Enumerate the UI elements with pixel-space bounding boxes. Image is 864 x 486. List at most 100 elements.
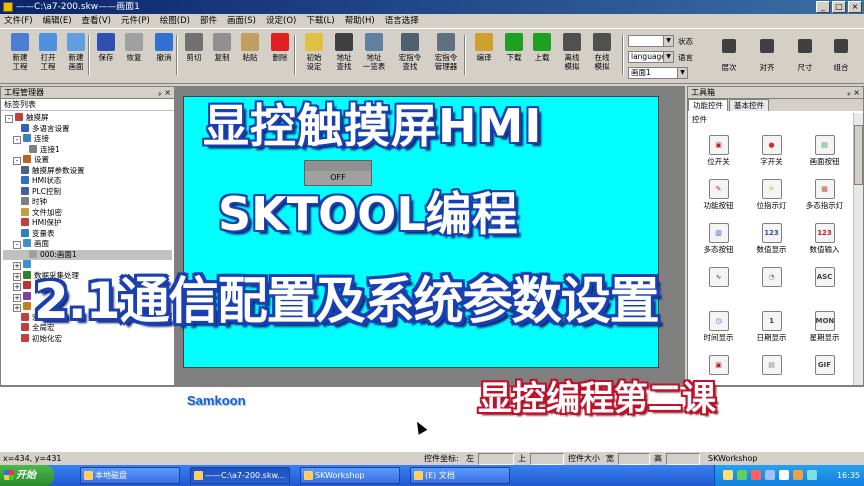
- toolbar-button-2[interactable]: 新建 画面: [62, 33, 90, 79]
- control-item-6[interactable]: ▥ 多态按钮: [692, 219, 745, 259]
- menu-item-3[interactable]: 元件(P): [121, 14, 150, 28]
- tag-list-tab[interactable]: 标签列表: [1, 99, 174, 111]
- tree-node-9[interactable]: 文件加密: [3, 207, 172, 219]
- minimize-button[interactable]: _: [816, 1, 830, 13]
- maximize-button[interactable]: □: [832, 1, 846, 13]
- control-item-0[interactable]: ▣ 位开关: [692, 131, 745, 171]
- menu-item-9[interactable]: 帮助(H): [345, 14, 375, 28]
- toolbar-button-11[interactable]: 地址 查找: [330, 33, 358, 79]
- toolbar-button-17[interactable]: 上载: [528, 33, 556, 79]
- tray-icon-g[interactable]: [807, 470, 817, 480]
- tree-node-3[interactable]: 连接1: [3, 144, 172, 156]
- tree-node-11[interactable]: 变量表: [3, 228, 172, 240]
- menu-item-7[interactable]: 设定(O): [266, 14, 296, 28]
- toolbar-button-3[interactable]: 保存: [92, 33, 120, 79]
- tray-icon-a[interactable]: [723, 470, 733, 480]
- start-button[interactable]: 开始: [0, 465, 54, 486]
- taskbar-task-2[interactable]: SKWorkshop: [300, 467, 400, 484]
- tree-node-1[interactable]: 多语言设置: [3, 123, 172, 135]
- tree-node-10[interactable]: HMI保护: [3, 218, 172, 229]
- tray-icon-e[interactable]: [779, 470, 789, 480]
- tray-icon-c[interactable]: [751, 470, 761, 480]
- toolbar-right-button-1[interactable]: 对齐: [750, 33, 784, 79]
- tree-expander-icon[interactable]: +: [13, 304, 21, 312]
- menu-item-0[interactable]: 文件(F): [4, 14, 33, 28]
- toolbar-button-7[interactable]: 复制: [208, 33, 236, 79]
- control-item-11[interactable]: ASC: [798, 263, 851, 303]
- control-item-10[interactable]: ◔: [745, 263, 798, 303]
- control-item-16[interactable]: ▤: [745, 351, 798, 391]
- tree-node-5[interactable]: 触摸屏参数设置: [3, 165, 172, 177]
- control-item-1[interactable]: ● 字开关: [745, 131, 798, 171]
- toolbox-pin-close-icon[interactable]: ₚ ×: [847, 87, 860, 99]
- toolbar-button-12[interactable]: 地址 一览表: [360, 33, 388, 79]
- screen-select-combo[interactable]: 画面1 ▼: [628, 67, 688, 79]
- toolbar-button-1[interactable]: 打开 工程: [34, 33, 62, 79]
- taskbar-task-1[interactable]: ——C:\a7-200.skw...: [190, 467, 290, 484]
- menu-item-5[interactable]: 部件: [200, 14, 217, 28]
- tree-expander-icon[interactable]: -: [13, 241, 21, 249]
- taskbar-clock[interactable]: 16:35: [837, 465, 860, 486]
- toolbar-button-6[interactable]: 剪切: [180, 33, 208, 79]
- tree-node-4[interactable]: - 设置: [3, 155, 172, 166]
- control-item-8[interactable]: 123 数值输入: [798, 219, 851, 259]
- toolbar-button-14[interactable]: 宏指令 管理器: [432, 33, 460, 79]
- tree-expander-icon[interactable]: +: [13, 262, 21, 270]
- tree-node-13[interactable]: 000:画面1: [3, 249, 172, 260]
- toolbar-button-8[interactable]: 粘贴: [236, 33, 264, 79]
- tree-node-12[interactable]: - 画面: [3, 239, 172, 250]
- screen-select-arrow-icon[interactable]: ▼: [677, 68, 687, 78]
- scrollbar-thumb[interactable]: [854, 125, 863, 185]
- tree-expander-icon[interactable]: -: [5, 115, 13, 123]
- tree-node-6[interactable]: HMI状态: [3, 176, 172, 187]
- control-item-9[interactable]: ∿: [692, 263, 745, 303]
- panel-pin-close-icon[interactable]: ₚ ×: [158, 87, 171, 99]
- menu-item-4[interactable]: 绘图(D): [160, 14, 190, 28]
- close-button[interactable]: ×: [848, 1, 862, 13]
- menu-item-1[interactable]: 编辑(E): [43, 14, 72, 28]
- status-combo-arrow-icon[interactable]: ▼: [663, 36, 673, 46]
- tree-node-7[interactable]: PLC控制: [3, 186, 172, 198]
- control-item-13[interactable]: 1 日期显示: [745, 307, 798, 347]
- toolbar-button-9[interactable]: 删除: [266, 33, 294, 79]
- menu-item-6[interactable]: 画面(S): [227, 14, 256, 28]
- taskbar-task-0[interactable]: 本地磁盘: [80, 467, 180, 484]
- control-item-14[interactable]: MON 星期显示: [798, 307, 851, 347]
- control-item-3[interactable]: ✎ 功能按钮: [692, 175, 745, 215]
- toolbar-button-4[interactable]: 恢复: [120, 33, 148, 79]
- menu-item-2[interactable]: 查看(V): [82, 14, 111, 28]
- language-combo-arrow-icon[interactable]: ▼: [663, 52, 673, 62]
- tree-node-8[interactable]: 时钟: [3, 197, 172, 208]
- toolbar-right-button-2[interactable]: 尺寸: [788, 33, 822, 79]
- toolbar-button-5[interactable]: 撤消: [150, 33, 178, 79]
- toolbox-tab-0[interactable]: 功能控件: [688, 99, 728, 111]
- control-item-4[interactable]: ☀ 位指示灯: [745, 175, 798, 215]
- toolbar-right-button-3[interactable]: 组合: [824, 33, 858, 79]
- toolbar-button-16[interactable]: 下载: [500, 33, 528, 79]
- status-combo[interactable]: ▼: [628, 35, 674, 47]
- control-item-17[interactable]: GIF: [798, 351, 851, 391]
- toolbar-button-19[interactable]: 在线 模拟: [588, 33, 616, 79]
- menu-item-10[interactable]: 语言选择: [385, 14, 419, 28]
- toolbar-button-0[interactable]: 新建 工程: [6, 33, 34, 79]
- tree-node-2[interactable]: - 连接: [3, 134, 172, 145]
- toolbar-button-18[interactable]: 离线 模拟: [558, 33, 586, 79]
- control-item-12[interactable]: ◷ 时间显示: [692, 307, 745, 347]
- toolbox-scrollbar[interactable]: [853, 113, 863, 385]
- tray-icon-b[interactable]: [737, 470, 747, 480]
- menu-item-8[interactable]: 下载(L): [306, 14, 334, 28]
- tray-icon-f[interactable]: [793, 470, 803, 480]
- tree-expander-icon[interactable]: +: [13, 293, 21, 302]
- language-combo[interactable]: language1 ▼: [628, 51, 674, 63]
- window-titlebar[interactable]: ——C:\a7-200.skw——画面1 _ □ ×: [0, 0, 864, 14]
- tree-node-21[interactable]: 初始化宏: [3, 333, 172, 345]
- control-item-2[interactable]: ▤ 画面按钮: [798, 131, 851, 171]
- tree-expander-icon[interactable]: +: [13, 283, 21, 291]
- toolbar-button-15[interactable]: 编译: [470, 33, 498, 79]
- tree-node-0[interactable]: - 触摸屏: [3, 113, 172, 124]
- control-item-5[interactable]: ▦ 多态指示灯: [798, 175, 851, 215]
- toolbar-right-button-0[interactable]: 层次: [712, 33, 746, 79]
- toolbar-button-10[interactable]: 初始 设定: [300, 33, 328, 79]
- control-item-7[interactable]: 123 数值显示: [745, 219, 798, 259]
- tray-icon-d[interactable]: [765, 470, 775, 480]
